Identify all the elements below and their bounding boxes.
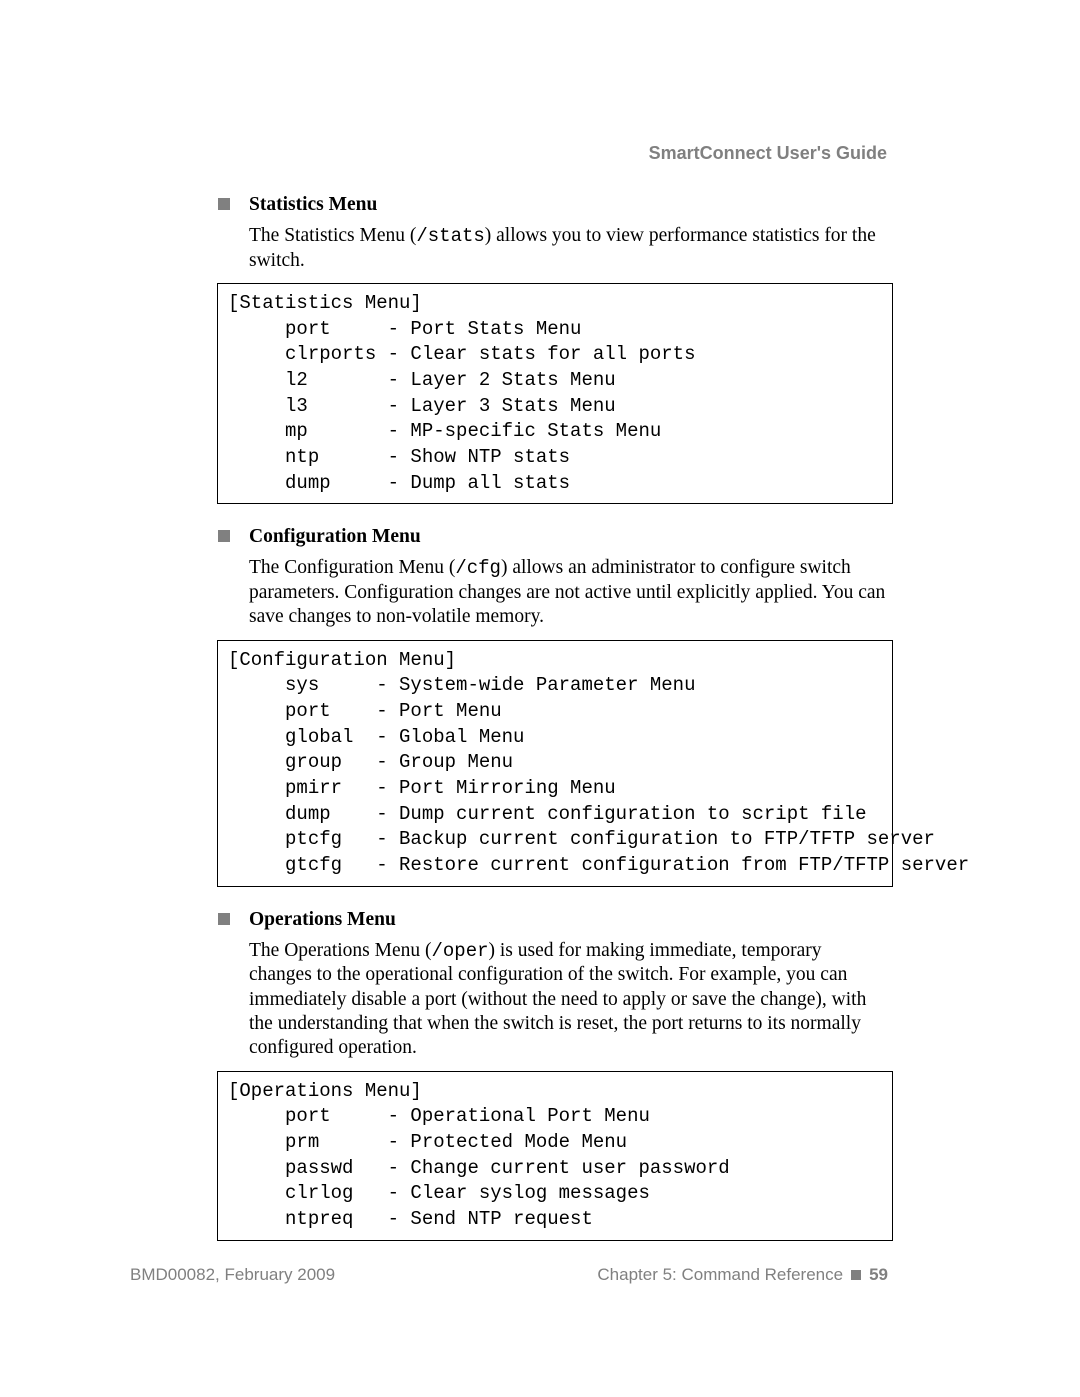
footer-page-number: 59: [869, 1265, 888, 1285]
footer-right: Chapter 5: Command Reference 59: [597, 1265, 888, 1285]
section-bullet-statistics: Statistics Menu: [218, 194, 888, 216]
section-paragraph: The Configuration Menu (/cfg) allows an …: [249, 556, 888, 630]
square-bullet-icon: [851, 1270, 861, 1280]
square-bullet-icon: [218, 198, 230, 210]
para-mono-part: /cfg: [455, 557, 501, 579]
code-block-configuration: [Configuration Menu] sys - System-wide P…: [217, 640, 893, 887]
section-bullet-configuration: Configuration Menu: [218, 526, 888, 548]
section-paragraph: The Statistics Menu (/stats) allows you …: [249, 224, 888, 273]
document-footer: BMD00082, February 2009 Chapter 5: Comma…: [130, 1265, 888, 1285]
document-header-title: SmartConnect User's Guide: [649, 143, 887, 164]
para-text-part: The Statistics Menu (: [249, 225, 416, 246]
para-text-part: The Configuration Menu (: [249, 557, 455, 578]
square-bullet-icon: [218, 530, 230, 542]
para-mono-part: /oper: [432, 940, 489, 962]
footer-chapter: Chapter 5: Command Reference: [597, 1265, 843, 1285]
footer-left: BMD00082, February 2009: [130, 1265, 335, 1285]
square-bullet-icon: [218, 913, 230, 925]
section-paragraph: The Operations Menu (/oper) is used for …: [249, 939, 888, 1061]
document-content: Statistics Menu The Statistics Menu (/st…: [218, 194, 888, 1241]
section-heading: Configuration Menu: [249, 526, 421, 548]
section-heading: Operations Menu: [249, 909, 396, 931]
section-bullet-operations: Operations Menu: [218, 909, 888, 931]
para-mono-part: /stats: [416, 225, 484, 247]
para-text-part: The Operations Menu (: [249, 940, 432, 961]
code-block-operations: [Operations Menu] port - Operational Por…: [217, 1071, 893, 1241]
section-heading: Statistics Menu: [249, 194, 377, 216]
code-block-statistics: [Statistics Menu] port - Port Stats Menu…: [217, 283, 893, 504]
